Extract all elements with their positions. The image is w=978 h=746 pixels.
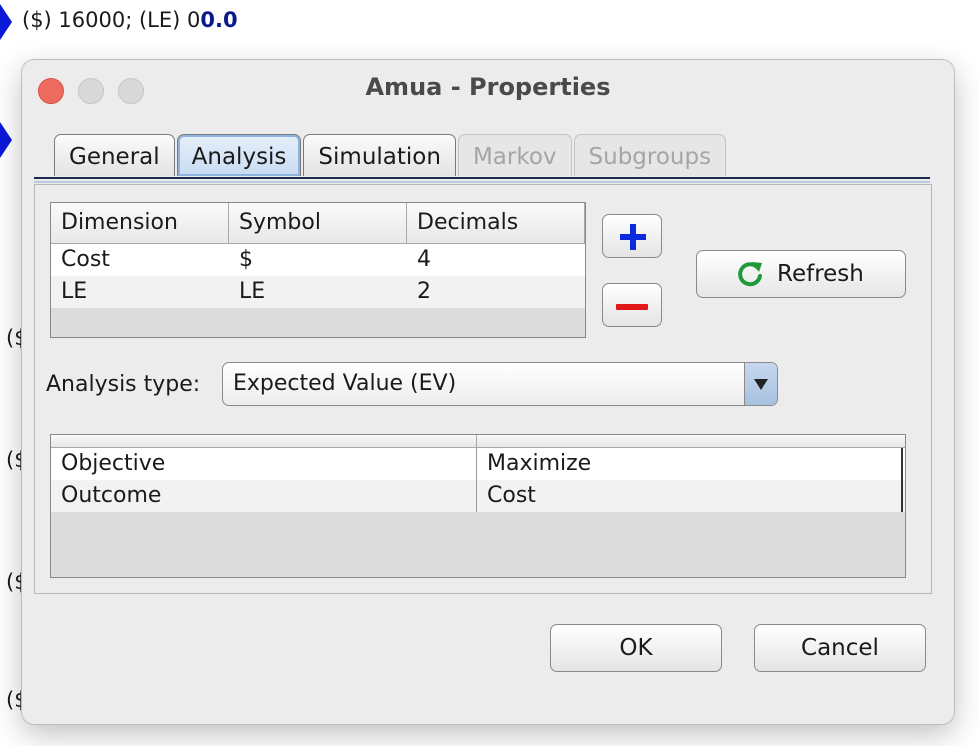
tab-bar: General Analysis Simulation Markov Subgr… xyxy=(54,134,728,178)
tab-subgroups: Subgroups xyxy=(573,134,727,176)
table-row[interactable]: Outcome Cost xyxy=(51,480,905,512)
parameters-table-header xyxy=(51,435,905,448)
refresh-label: Refresh xyxy=(777,261,864,287)
analysis-parameters-table[interactable]: Objective Maximize Outcome Cost xyxy=(50,434,906,578)
table-cell[interactable]: Maximize xyxy=(477,448,903,480)
window-title: Amua - Properties xyxy=(365,73,611,101)
minus-icon xyxy=(616,304,648,310)
table-cell[interactable]: $ xyxy=(229,244,407,276)
table-row[interactable]: Objective Maximize xyxy=(51,448,905,480)
dimensions-table-header: Dimension Symbol Decimals xyxy=(51,203,585,244)
tab-divider-highlight xyxy=(34,181,930,183)
tree-node-marker[interactable] xyxy=(0,122,12,158)
column-header[interactable] xyxy=(51,435,477,447)
table-cell[interactable]: LE xyxy=(229,276,407,308)
table-cell[interactable]: Cost xyxy=(477,480,903,512)
table-cell: Outcome xyxy=(51,480,477,512)
table-row[interactable]: LE LE 2 xyxy=(51,276,585,308)
tab-divider xyxy=(34,177,930,179)
table-cell[interactable]: LE xyxy=(51,276,229,308)
refresh-icon xyxy=(738,262,762,287)
column-header-symbol[interactable]: Symbol xyxy=(229,203,407,243)
table-cell[interactable]: 2 xyxy=(407,276,585,308)
analysis-type-value: Expected Value (EV) xyxy=(233,371,457,396)
table-row[interactable]: Cost $ 4 xyxy=(51,244,585,276)
cancel-button[interactable]: Cancel xyxy=(754,624,926,672)
add-dimension-button[interactable] xyxy=(602,214,662,258)
table-cell[interactable]: 4 xyxy=(407,244,585,276)
tab-analysis[interactable]: Analysis xyxy=(176,134,302,176)
table-cell[interactable]: Cost xyxy=(51,244,229,276)
chevron-down-icon xyxy=(754,379,768,390)
tree-node-values: ($) 16000; (LE) 0 xyxy=(22,8,201,32)
tree-node-marker[interactable] xyxy=(0,4,12,40)
remove-dimension-button[interactable] xyxy=(602,283,662,327)
table-cell: Objective xyxy=(51,448,477,480)
dropdown-arrow-button[interactable] xyxy=(744,363,777,405)
tab-general[interactable]: General xyxy=(54,134,175,176)
properties-dialog: Amua - Properties General Analysis Simul… xyxy=(22,60,954,724)
dimensions-table[interactable]: Dimension Symbol Decimals Cost $ 4 LE LE… xyxy=(50,202,586,338)
column-header-dimension[interactable]: Dimension xyxy=(51,203,229,243)
title-bar[interactable]: Amua - Properties xyxy=(22,60,954,114)
analysis-type-select[interactable]: Expected Value (EV) xyxy=(222,362,778,406)
ok-button[interactable]: OK xyxy=(550,624,722,672)
tree-node-label: ($) 16000; (LE) 00.0 xyxy=(22,8,238,32)
analysis-type-label: Analysis type: xyxy=(46,372,201,397)
column-header-decimals[interactable]: Decimals xyxy=(407,203,585,243)
tab-markov: Markov xyxy=(457,134,572,176)
tab-simulation[interactable]: Simulation xyxy=(303,134,456,176)
column-header[interactable] xyxy=(477,435,903,447)
refresh-button[interactable]: Refresh xyxy=(696,250,906,298)
tree-node-value-bold: 0.0 xyxy=(200,8,238,32)
